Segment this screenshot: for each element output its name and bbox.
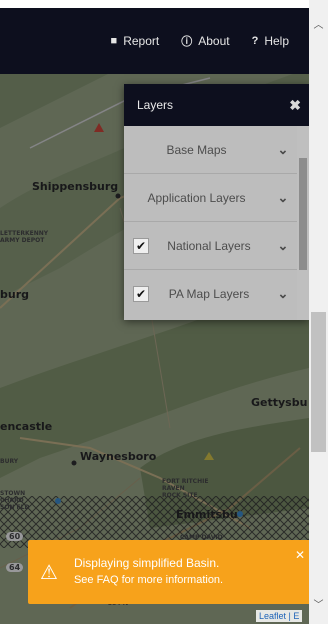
scroll-up-icon[interactable]: ︿ [309, 16, 328, 31]
layers-panel-body[interactable]: Base Maps ⌄ Application Layers ⌄ ✔ Natio… [124, 126, 309, 320]
question-icon: ? [251, 35, 259, 47]
help-link[interactable]: ? Help [252, 34, 289, 48]
help-label: Help [264, 34, 289, 48]
close-icon[interactable]: ✕ [295, 548, 305, 562]
layer-row-application-layers[interactable]: Application Layers ⌄ [124, 174, 297, 222]
layer-row-base-maps[interactable]: Base Maps ⌄ [124, 126, 297, 174]
chevron-down-icon[interactable]: ⌄ [269, 238, 297, 254]
warning-icon: ⚠ [40, 561, 58, 584]
close-icon[interactable]: ✖ [289, 97, 301, 114]
layers-scroll-thumb[interactable] [299, 158, 307, 270]
layer-row-label: PA Map Layers [168, 287, 250, 301]
chevron-down-icon[interactable]: ⌄ [269, 190, 297, 206]
chevron-down-icon[interactable]: ⌄ [269, 142, 297, 158]
notification-text: Displaying simplified Basin. See FAQ for… [74, 555, 223, 589]
pa-map-layers-checkbox[interactable]: ✔ [133, 286, 149, 302]
layers-scrollbar[interactable] [297, 126, 309, 320]
about-link[interactable]: ⓘ About [181, 33, 229, 49]
national-layers-checkbox[interactable]: ✔ [133, 237, 149, 254]
scroll-down-icon[interactable]: ﹀ [309, 596, 328, 611]
layers-panel-header: Layers ✖ [124, 84, 309, 126]
basin-notification: ⚠ Displaying simplified Basin. See FAQ f… [28, 540, 314, 604]
layers-panel: Layers ✖ Base Maps ⌄ Application Layers … [124, 84, 309, 320]
map-attribution[interactable]: Leaflet | E [256, 610, 303, 622]
top-navbar: ■ Report ⓘ About ? Help [0, 8, 309, 74]
about-label: About [198, 34, 230, 48]
info-icon: ⓘ [181, 36, 193, 48]
page-scroll-thumb[interactable] [311, 312, 326, 452]
page-scrollbar[interactable]: ︿ ﹀ [309, 0, 328, 624]
layer-row-label: National Layers [167, 238, 251, 253]
layer-row-national-layers[interactable]: ✔ National Layers ⌄ [124, 222, 297, 270]
layer-row-label: Base Maps [166, 142, 227, 157]
notification-line-2: See FAQ for more information. [73, 574, 224, 586]
report-link[interactable]: ■ Report [111, 34, 160, 48]
report-icon: ■ [110, 35, 118, 47]
report-label: Report [123, 34, 160, 48]
layer-row-label: Application Layers [147, 190, 246, 205]
notification-line-1: Displaying simplified Basin. [73, 556, 220, 570]
layers-panel-title: Layers [137, 98, 174, 112]
chevron-down-icon[interactable]: ⌄ [269, 286, 297, 302]
layer-row-pa-map-layers[interactable]: ✔ PA Map Layers ⌄ [124, 270, 297, 318]
